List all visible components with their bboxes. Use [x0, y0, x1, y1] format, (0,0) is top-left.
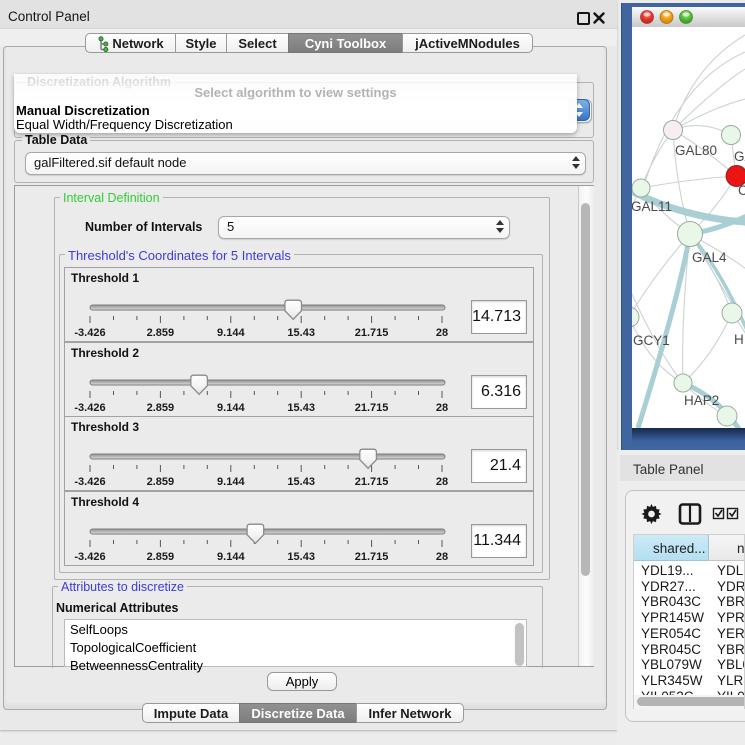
svg-text:21.715: 21.715: [355, 551, 389, 563]
svg-text:28: 28: [436, 402, 448, 414]
svg-text:9.144: 9.144: [217, 327, 245, 339]
svg-text:GAL4: GAL4: [692, 250, 727, 265]
svg-text:GAL1: GAL1: [734, 149, 745, 164]
svg-text:GCY1: GCY1: [633, 333, 670, 348]
svg-text:9.144: 9.144: [217, 402, 245, 414]
svg-text:15.43: 15.43: [287, 327, 315, 339]
svg-text:21.715: 21.715: [355, 327, 389, 339]
svg-text:2.859: 2.859: [147, 476, 175, 488]
svg-text:-3.426: -3.426: [74, 551, 105, 563]
svg-text:2.859: 2.859: [147, 402, 175, 414]
svg-text:GAL11: GAL11: [632, 199, 672, 214]
svg-text:2.859: 2.859: [147, 551, 175, 563]
svg-text:15.43: 15.43: [287, 476, 315, 488]
svg-text:15.43: 15.43: [287, 551, 315, 563]
svg-text:15.43: 15.43: [287, 402, 315, 414]
svg-text:-3.426: -3.426: [74, 476, 105, 488]
svg-text:28: 28: [436, 476, 448, 488]
svg-text:9.144: 9.144: [217, 551, 245, 563]
svg-text:28: 28: [436, 327, 448, 339]
svg-text:HIS: HIS: [734, 332, 745, 347]
svg-text:2.859: 2.859: [147, 327, 175, 339]
svg-text:21.715: 21.715: [355, 476, 389, 488]
svg-text:HAP2: HAP2: [684, 393, 719, 408]
svg-text:21.715: 21.715: [355, 402, 389, 414]
svg-text:-3.426: -3.426: [74, 327, 105, 339]
svg-text:9.144: 9.144: [217, 476, 245, 488]
svg-text:CY: CY: [738, 183, 745, 198]
svg-text:GAL80: GAL80: [675, 143, 717, 158]
svg-text:28: 28: [436, 551, 448, 563]
svg-text:-3.426: -3.426: [74, 402, 105, 414]
